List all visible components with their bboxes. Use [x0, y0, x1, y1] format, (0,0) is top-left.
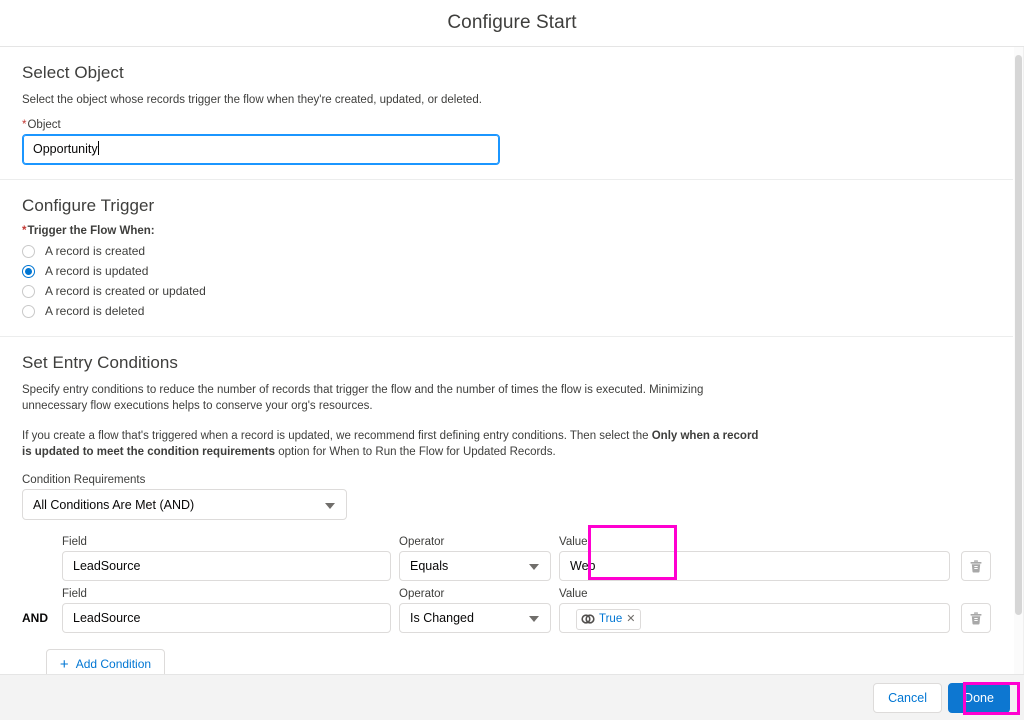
configure-start-dialog: Configure Start Select Object Select the…	[0, 0, 1024, 720]
radio-label: A record is created or updated	[45, 284, 206, 298]
select-object-description: Select the object whose records trigger …	[22, 94, 482, 106]
plus-icon: +	[59, 655, 69, 673]
condition-field-group-2: Field LeadSource	[62, 588, 391, 633]
radio-icon-selected	[22, 264, 35, 278]
section-entry-conditions: Set Entry Conditions Specify entry condi…	[0, 337, 1013, 674]
radio-option-record-deleted[interactable]: A record is deleted	[22, 302, 991, 320]
object-field-label: *Object	[22, 119, 991, 131]
desc2-part2: option for When to Run the Flow for Upda…	[275, 446, 556, 458]
radio-label: A record is updated	[45, 264, 149, 278]
condition-requirements-label: Condition Requirements	[22, 474, 146, 486]
value-column-label: Value	[559, 536, 588, 548]
radio-icon	[22, 244, 35, 258]
required-asterisk: *	[22, 225, 27, 237]
text-cursor	[97, 141, 99, 155]
value-pill-label: True	[599, 613, 623, 625]
trigger-radio-legend: *Trigger the Flow When:	[22, 225, 991, 237]
radio-label: A record is created	[45, 244, 146, 258]
condition-value-input-1[interactable]: Web	[559, 551, 950, 581]
value-column-label: Value	[559, 588, 588, 600]
configure-trigger-heading: Configure Trigger	[22, 196, 155, 215]
value-pill-true[interactable]: True ✕	[576, 608, 642, 630]
condition-operator-group-1: Operator Equals	[399, 536, 551, 581]
radio-icon	[22, 284, 35, 298]
trigger-legend-text: Trigger the Flow When:	[27, 225, 155, 237]
add-condition-button[interactable]: + Add Condition	[46, 649, 165, 674]
section-select-object: Select Object Select the object whose re…	[0, 47, 1013, 180]
radio-icon	[22, 304, 35, 318]
condition-value-group-2: Value True ✕	[559, 588, 950, 633]
object-input-value: Opportunity	[33, 142, 98, 156]
object-input[interactable]: Opportunity	[22, 134, 500, 165]
trash-icon	[970, 559, 982, 572]
condition-requirements-value: All Conditions Are Met (AND)	[33, 497, 195, 512]
delete-condition-button-1[interactable]	[961, 551, 991, 581]
condition-requirements-group: Condition Requirements All Conditions Ar…	[22, 474, 991, 520]
operator-value-1: Equals	[410, 559, 449, 573]
condition-delete-group-2	[961, 603, 991, 633]
dialog-header: Configure Start	[0, 0, 1024, 47]
delete-condition-button-2[interactable]	[961, 603, 991, 633]
dialog-body: Select Object Select the object whose re…	[0, 47, 1024, 674]
entry-conditions-heading: Set Entry Conditions	[22, 353, 178, 372]
condition-field-group-1: Field LeadSource	[62, 536, 391, 581]
condition-requirements-select[interactable]: All Conditions Are Met (AND)	[22, 489, 347, 520]
entry-conditions-description-2: If you create a flow that's triggered wh…	[22, 428, 767, 460]
operator-column-label: Operator	[399, 536, 445, 548]
scrollbar-thumb[interactable]	[1015, 55, 1022, 615]
page-title: Configure Start	[447, 12, 577, 33]
section-configure-trigger: Configure Trigger *Trigger the Flow When…	[0, 180, 1013, 337]
trash-icon	[970, 611, 982, 624]
condition-field-input-1[interactable]: LeadSource	[62, 551, 391, 581]
condition-operator-select-1[interactable]: Equals	[399, 551, 551, 581]
dialog-footer: Cancel Done	[0, 674, 1024, 720]
operator-column-label: Operator	[399, 588, 445, 600]
cancel-button[interactable]: Cancel	[873, 682, 942, 713]
logic-prefix-1	[22, 573, 62, 581]
remove-pill-icon[interactable]: ✕	[626, 613, 635, 625]
logic-prefix-2: AND	[22, 611, 48, 625]
condition-operator-select-2[interactable]: Is Changed	[399, 603, 551, 633]
condition-rows: Field LeadSource Operator Equals Value W…	[22, 536, 991, 674]
field-column-label: Field	[62, 536, 87, 548]
done-button[interactable]: Done	[948, 682, 1010, 713]
value-pill-wrap: True ✕	[570, 604, 939, 632]
chevron-down-icon	[325, 502, 335, 509]
condition-field-input-2[interactable]: LeadSource	[62, 603, 391, 633]
radio-option-record-created[interactable]: A record is created	[22, 242, 991, 260]
merge-fields-icon	[581, 614, 595, 624]
scrollbar-track[interactable]	[1014, 47, 1023, 674]
add-condition-label: Add Condition	[75, 657, 152, 671]
condition-value-group-1: Value Web	[559, 536, 950, 581]
radio-label: A record is deleted	[45, 304, 145, 318]
radio-option-record-updated[interactable]: A record is updated	[22, 262, 991, 280]
condition-delete-group-1	[961, 551, 991, 581]
condition-value-input-2[interactable]: True ✕	[559, 603, 950, 633]
condition-operator-group-2: Operator Is Changed	[399, 588, 551, 633]
chevron-down-icon	[529, 616, 539, 622]
condition-row-1: Field LeadSource Operator Equals Value W…	[22, 536, 991, 581]
required-asterisk: *	[22, 119, 27, 131]
condition-row-2: AND Field LeadSource Operator Is Changed	[22, 588, 991, 633]
object-label-text: Object	[27, 119, 61, 131]
chevron-down-icon	[529, 564, 539, 570]
entry-conditions-description-1: Specify entry conditions to reduce the n…	[22, 384, 704, 412]
radio-option-record-created-or-updated[interactable]: A record is created or updated	[22, 282, 991, 300]
select-object-heading: Select Object	[22, 63, 124, 82]
operator-value-2: Is Changed	[410, 611, 474, 625]
field-column-label: Field	[62, 588, 87, 600]
desc2-part1: If you create a flow that's triggered wh…	[22, 430, 652, 442]
object-field-group: *Object Opportunity	[22, 119, 991, 165]
